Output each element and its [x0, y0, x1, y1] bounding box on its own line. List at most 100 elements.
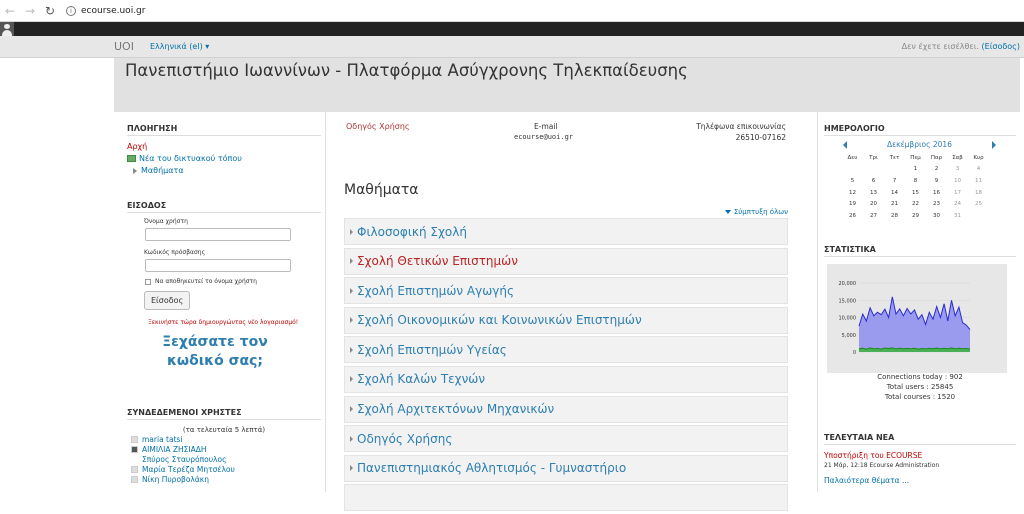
remember-username[interactable]: Να αποθηκευτεί το όνομα χρήστη	[145, 278, 321, 285]
calendar-day: 21	[891, 201, 898, 208]
calendar-day	[884, 164, 905, 176]
calendar-day	[863, 164, 884, 176]
online-user[interactable]: Νίκη Πυροβολάκη	[127, 474, 321, 484]
older-topics-link[interactable]: Παλαιότερα θέματα ...	[824, 476, 1016, 485]
login-info: Δεν έχετε εισέλθει. (Είσοδος)	[902, 42, 1020, 51]
calendar-day: 19	[849, 201, 856, 208]
online-user[interactable]: ΑΙΜΙΛΙΑ ΖΗΣΙΑΔΗ	[127, 444, 321, 454]
course-category[interactable]: Φιλοσοφική Σχολή	[344, 218, 788, 245]
latest-news-block: ΤΕΛΕΥΤΑΙΑ ΝΕΑ Υποστήριξη του ECOURSE 21 …	[824, 433, 1016, 485]
calendar-week: 5 6 7 8 9 10 11	[842, 175, 989, 187]
username-input[interactable]	[145, 228, 291, 241]
login-button[interactable]: Είσοδος	[144, 291, 191, 310]
course-category[interactable]: Σχολή Επιστημών Υγείας	[344, 336, 788, 364]
phone-label: Τηλέφωνα επικοινωνίας	[696, 122, 786, 131]
total-courses: Total courses : 1520	[884, 393, 956, 401]
collapse-arrow-icon	[724, 210, 731, 214]
calendar-day: 26	[849, 212, 856, 219]
course-category[interactable]: Σχολή Επιστημών Αγωγής	[344, 277, 788, 305]
weekday-label: Πεμ	[910, 154, 921, 161]
nav-courses[interactable]: Μαθήματα	[127, 166, 321, 175]
course-category[interactable]: Σχολή Καλών Τεχνών	[344, 365, 788, 393]
online-user[interactable]: Σπύρος Σταυρόπουλος	[127, 454, 321, 464]
nav-home-link[interactable]: Αρχή	[127, 142, 321, 151]
email-value: ecourse@uoi.gr	[514, 133, 574, 141]
username-label: Όνομα χρήστη	[144, 218, 188, 225]
info-icon[interactable]: i	[66, 5, 76, 16]
right-column: ΗΜΕΡΟΛΟΓΙΟ Δεκέμβριος 2016 Δευ Τρι Τετ Π…	[819, 112, 1020, 492]
series-area	[859, 296, 970, 352]
password-input[interactable]	[145, 259, 291, 272]
total-users: Total users : 25845	[886, 383, 954, 391]
nav-site-news-label: Νέα του δικτυακού τόπου	[139, 154, 242, 163]
online-user-name: Νίκη Πυροβολάκη	[142, 474, 209, 484]
remember-checkbox[interactable]	[145, 278, 151, 285]
brand-link[interactable]: UOI	[114, 40, 134, 53]
address-bar[interactable]: i ecourse.uoi.gr	[66, 5, 146, 16]
prev-month-icon[interactable]	[843, 140, 847, 149]
signup-link[interactable]: Ξεκινήστε τώρα δημιουργώντας νέο λογαρια…	[148, 319, 321, 326]
collapse-all-link[interactable]: Σύμπτυξη όλων	[724, 208, 788, 216]
user-guide-link[interactable]: Οδηγός Χρήσης	[346, 122, 410, 131]
calendar-day: 28	[891, 212, 898, 219]
calendar-day: 7	[892, 177, 897, 184]
course-category[interactable]: Σχολή Θετικών Επιστημών	[344, 247, 788, 275]
calendar-day: 10	[954, 177, 961, 184]
y-tick-label: 15,000	[839, 298, 857, 304]
weekday-label: Δευ	[847, 154, 858, 161]
calendar-day: 11	[975, 177, 982, 184]
calendar-week: 19 20 21 22 23 24 25	[842, 198, 989, 210]
course-category[interactable]: Οδηγός Χρήσης	[344, 425, 788, 453]
calendar-day: 15	[912, 189, 919, 196]
online-user[interactable]: Μαρία Τερέζα Μητσέλου	[127, 464, 321, 474]
expand-arrow-icon	[350, 258, 353, 265]
weekday-label: Σαβ	[952, 154, 963, 161]
course-category[interactable]: Σχολή Οικονομικών και Κοινωνικών Επιστημ…	[344, 306, 788, 334]
calendar-day: 23	[933, 201, 940, 208]
online-users-block: ΣΥΝΔΕΔΕΜΕΝΟΙ ΧΡΗΣΤΕΣ (τα τελευταία 5 λεπ…	[127, 408, 321, 484]
course-category[interactable]: Πανεπιστημιακός Αθλητισμός - Γυμναστήριο	[344, 454, 788, 482]
nav-site-news[interactable]: Νέα του δικτυακού τόπου	[127, 154, 321, 163]
language-menu[interactable]: Ελληνικά (el) ▾	[150, 42, 209, 51]
next-month-icon[interactable]	[991, 140, 996, 149]
nav-courses-label: Μαθήματα	[141, 166, 184, 175]
forward-icon[interactable]: →	[20, 4, 40, 18]
online-user-name: maria tatsi	[142, 434, 183, 444]
y-tick-label: 0	[853, 350, 856, 356]
calendar-month[interactable]: Δεκέμβριος 2016	[887, 140, 952, 149]
weekday-label: Κυρ	[973, 154, 984, 161]
forgot-password-link[interactable]: Ξεχάσατε τον κωδικό σας;	[140, 333, 290, 371]
calendar-day: 4	[976, 166, 981, 173]
expand-arrow-icon	[350, 465, 353, 472]
course-category[interactable]	[344, 484, 788, 512]
login-link[interactable]: (Είσοδος)	[982, 42, 1020, 51]
latest-news-title: ΤΕΛΕΥΤΑΙΑ ΝΕΑ	[824, 433, 1016, 445]
news-item-link[interactable]: Υποστήριξη του ECOURSE	[824, 451, 1016, 460]
course-category-label: Φιλοσοφική Σχολή	[357, 224, 467, 239]
calendar-week: 12 13 14 15 16 17 18	[842, 187, 989, 199]
course-category-label: Σχολή Αρχιτεκτόνων Μηχανικών	[357, 402, 555, 417]
reload-icon[interactable]: ↻	[40, 4, 60, 18]
expand-arrow-icon	[133, 167, 137, 174]
online-user-name: Σπύρος Σταυρόπουλος	[142, 454, 227, 464]
online-user[interactable]: maria tatsi	[127, 434, 321, 444]
site-navbar: UOI Ελληνικά (el) ▾ Δεν έχετε εισέλθει. …	[0, 36, 1024, 58]
calendar-day: 25	[975, 201, 982, 208]
course-categories: Φιλοσοφική Σχολή Σχολή Θετικών Επιστημών…	[344, 218, 788, 514]
course-category[interactable]: Σχολή Αρχιτεκτόνων Μηχανικών	[344, 395, 788, 423]
course-category-label: Σχολή Καλών Τεχνών	[357, 372, 486, 387]
calendar-day: 8	[913, 177, 918, 184]
weekday-label: Παρ	[930, 154, 943, 161]
user-profile-icon[interactable]	[0, 22, 14, 36]
news-item-meta: 21 Μάρ, 12:18 Ecourse Administration	[824, 462, 940, 469]
page-header: Πανεπιστήμιο Ιωαννίνων - Πλατφόρμα Ασύγχ…	[114, 58, 1020, 112]
left-column: ΠΛΟΗΓΗΣΗ Αρχή Νέα του δικτυακού τόπου Μα…	[114, 112, 326, 492]
calendar-day: 18	[975, 189, 982, 196]
online-users-title: ΣΥΝΔΕΔΕΜΕΝΟΙ ΧΡΗΣΤΕΣ	[127, 408, 321, 420]
back-icon[interactable]: ←	[0, 4, 20, 18]
calendar-day: 20	[870, 201, 877, 208]
url-text: ecourse.uoi.gr	[81, 5, 146, 16]
online-user-name: ΑΙΜΙΛΙΑ ΖΗΣΙΑΔΗ	[142, 444, 207, 454]
login-status-text: Δεν έχετε εισέλθει.	[901, 42, 979, 51]
calendar-day: 9	[934, 177, 939, 184]
